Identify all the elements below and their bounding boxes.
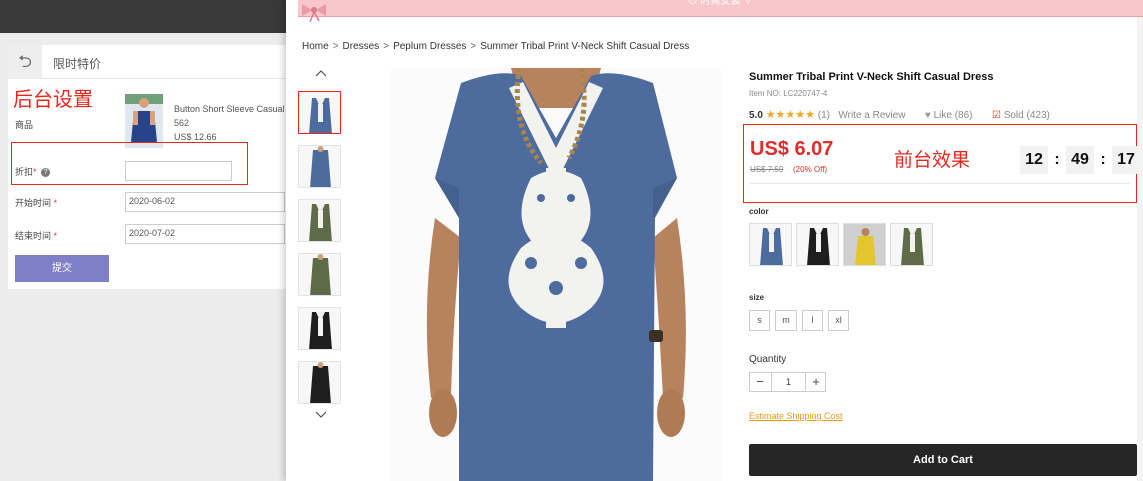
review-count[interactable]: (1)	[818, 110, 830, 121]
current-price: US$ 6.07	[750, 138, 834, 160]
end-time-label: 结束时间 *	[15, 231, 58, 241]
breadcrumb-current: Summer Tribal Print V-Neck Shift Casual …	[480, 41, 690, 52]
sold-count: Sold (423)	[1003, 110, 1050, 121]
quantity-decrease-button[interactable]: −	[750, 373, 770, 391]
thumbnail-6[interactable]	[298, 361, 341, 404]
color-swatch-yellow[interactable]	[843, 223, 886, 266]
size-xl-button[interactable]: xl	[828, 310, 849, 331]
help-icon[interactable]: ?	[41, 168, 51, 178]
back-button[interactable]: ⮌	[8, 45, 42, 79]
thumbnail-4[interactable]	[298, 253, 341, 296]
add-to-cart-button[interactable]: Add to Cart	[749, 444, 1137, 476]
product-info: Button Short Sleeve Casual 562 US$ 12.66	[174, 102, 284, 144]
end-time-input[interactable]: 2020-07-02	[125, 224, 285, 244]
product-label: 商品	[15, 120, 34, 130]
rating-row: 5.0 ★★★★★ (1) Write a Review ♥ Like (86)…	[749, 108, 1050, 121]
write-review-link[interactable]: Write a Review	[838, 110, 905, 121]
color-swatch-black[interactable]	[796, 223, 839, 266]
breadcrumb-dresses[interactable]: Dresses	[343, 41, 380, 52]
product-title: Summer Tribal Print V-Neck Shift Casual …	[749, 71, 994, 83]
promo-banner[interactable]: ⊙ 时尚女装 ∨	[298, 0, 1143, 17]
discount-label: 折扣* ?	[15, 165, 51, 178]
thumbnail-5[interactable]	[298, 307, 341, 350]
quantity-stepper: − 1 +	[749, 372, 826, 392]
breadcrumb: Home > Dresses > Peplum Dresses > Summer Triba…	[302, 41, 690, 52]
size-s-button[interactable]: s	[749, 310, 770, 331]
thumbnail-2[interactable]	[298, 145, 341, 188]
thumbnail-3[interactable]	[298, 199, 341, 242]
size-l-button[interactable]: l	[802, 310, 823, 331]
original-price: US$ 7.59	[750, 165, 784, 174]
rating-score: 5.0	[749, 110, 763, 121]
size-label: size	[749, 293, 765, 302]
thumbnail-1[interactable]	[298, 91, 341, 134]
countdown-timer: 12:49:17	[1020, 146, 1140, 174]
countdown-hours: 12	[1020, 146, 1048, 174]
color-swatch-blue[interactable]	[749, 223, 792, 266]
main-product-image	[391, 68, 721, 481]
bow-icon	[302, 4, 326, 22]
chevron-up-icon[interactable]	[314, 68, 328, 78]
size-m-button[interactable]: m	[775, 310, 797, 331]
countdown-seconds: 17	[1112, 146, 1140, 174]
storefront-preview: ⊙ 时尚女装 ∨ Home > Dresses > Peplum Dresses > Sum…	[286, 0, 1143, 481]
star-rating-icon: ★★★★★	[765, 109, 815, 121]
scrollbar-track[interactable]	[1137, 17, 1143, 481]
discount-percent: (20% Off)	[793, 165, 828, 174]
heart-icon[interactable]: ♥	[925, 110, 931, 121]
product-thumbnail	[125, 94, 163, 148]
backend-annotation: 后台设置	[13, 87, 93, 111]
quantity-input[interactable]: 1	[771, 373, 806, 391]
countdown-minutes: 49	[1066, 146, 1094, 174]
like-count[interactable]: Like (86)	[934, 110, 973, 121]
admin-header: ⮌ 限时特价	[8, 45, 293, 79]
breadcrumb-home[interactable]: Home	[302, 41, 329, 52]
quantity-label: Quantity	[749, 354, 787, 365]
undo-arrow-icon: ⮌	[18, 52, 32, 71]
product-name: Button Short Sleeve Casual	[174, 104, 284, 114]
discount-input[interactable]	[125, 161, 232, 181]
page-title: 限时特价	[53, 57, 102, 71]
submit-button[interactable]: 提交	[15, 255, 109, 282]
divider	[750, 183, 1130, 184]
color-swatch-olive[interactable]	[890, 223, 933, 266]
estimate-shipping-link[interactable]: Estimate Shipping Cost	[749, 411, 843, 421]
price-box: US$ 6.07 US$ 7.59 (20% Off) 前台效果 12:49:1…	[743, 124, 1140, 203]
start-time-input[interactable]: 2020-06-02	[125, 192, 285, 212]
start-time-label: 开始时间 *	[15, 198, 58, 208]
color-label: color	[749, 207, 769, 216]
product-code: 562	[174, 118, 190, 128]
frontend-annotation: 前台效果	[894, 149, 971, 171]
item-number: Item NO: LC220747-4	[749, 89, 828, 98]
breadcrumb-peplum[interactable]: Peplum Dresses	[393, 41, 466, 52]
quantity-increase-button[interactable]: +	[806, 373, 826, 391]
chevron-down-icon[interactable]	[314, 410, 328, 420]
sold-check-icon: ☑	[991, 110, 1001, 121]
